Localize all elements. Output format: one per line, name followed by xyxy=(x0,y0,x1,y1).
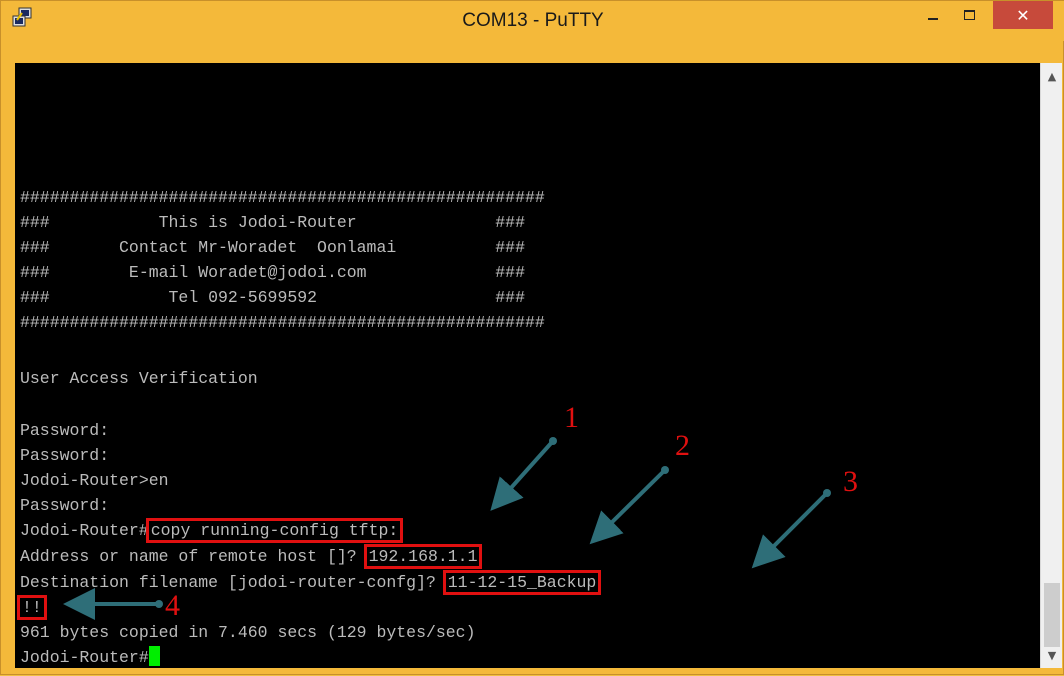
terminal-screen[interactable]: ########################################… xyxy=(15,63,1040,668)
title-bar[interactable]: COM13 - PuTTY ✕ xyxy=(1,1,1064,41)
terminal-line: Jodoi-Router>en xyxy=(20,471,169,490)
cursor xyxy=(148,646,160,666)
scroll-down-icon[interactable]: ▼ xyxy=(1041,644,1063,666)
terminal-line: ########################################… xyxy=(20,313,545,332)
annotation-label: 4 xyxy=(165,589,180,622)
prompt: Jodoi-Router# xyxy=(20,521,149,540)
maximize-icon xyxy=(963,10,975,20)
minimize-button[interactable] xyxy=(919,1,947,29)
vertical-scrollbar[interactable]: ▲ ▼ xyxy=(1040,63,1062,668)
scroll-thumb[interactable] xyxy=(1044,583,1060,647)
terminal-line: Password: xyxy=(20,446,110,465)
minimize-icon xyxy=(928,18,938,20)
terminal-line: ### Contact Mr-Woradet Oonlamai ### xyxy=(20,238,525,257)
prompt: Address or name of remote host []? xyxy=(20,547,367,566)
terminal-line: Jodoi-Router# xyxy=(20,645,160,668)
highlight-filename: 11-12-15_Backup xyxy=(442,570,602,595)
prompt: Destination filename [jodoi-router-confg… xyxy=(20,573,446,592)
scroll-up-icon[interactable]: ▲ xyxy=(1041,65,1063,87)
highlight-copy-command: copy running-config tftp: xyxy=(145,518,404,543)
terminal-line: ########################################… xyxy=(20,188,545,207)
terminal-line: Destination filename [jodoi-router-confg… xyxy=(20,570,602,595)
maximize-button[interactable] xyxy=(949,1,989,29)
terminal-line: Address or name of remote host []? 192.1… xyxy=(20,544,483,569)
terminal-line: ### E-mail Woradet@jodoi.com ### xyxy=(20,263,525,282)
window-title: COM13 - PuTTY xyxy=(462,10,604,31)
terminal-line: Jodoi-Router# copy running-config tftp: xyxy=(20,518,404,543)
terminal-line: User Access Verification xyxy=(20,369,258,388)
annotation-label: 2 xyxy=(675,429,690,462)
terminal-line: Password: xyxy=(20,496,110,515)
terminal-line: 961 bytes copied in 7.460 secs (129 byte… xyxy=(20,623,476,642)
terminal-line: Password: xyxy=(20,421,110,440)
annotation-label: 3 xyxy=(843,465,858,498)
terminal-line: ### Tel 092-5699592 ### xyxy=(20,288,525,307)
close-icon: ✕ xyxy=(1016,5,1030,25)
highlight-remote-host: 192.168.1.1 xyxy=(363,544,483,569)
highlight-progress: !! xyxy=(17,595,47,620)
prompt: Jodoi-Router# xyxy=(20,648,149,667)
terminal-line: ### This is Jodoi-Router ### xyxy=(20,213,525,232)
putty-window: COM13 - PuTTY ✕ ########################… xyxy=(0,0,1064,675)
annotation-label: 1 xyxy=(564,401,579,434)
close-button[interactable]: ✕ xyxy=(993,1,1053,29)
terminal-line: !! xyxy=(17,595,47,620)
